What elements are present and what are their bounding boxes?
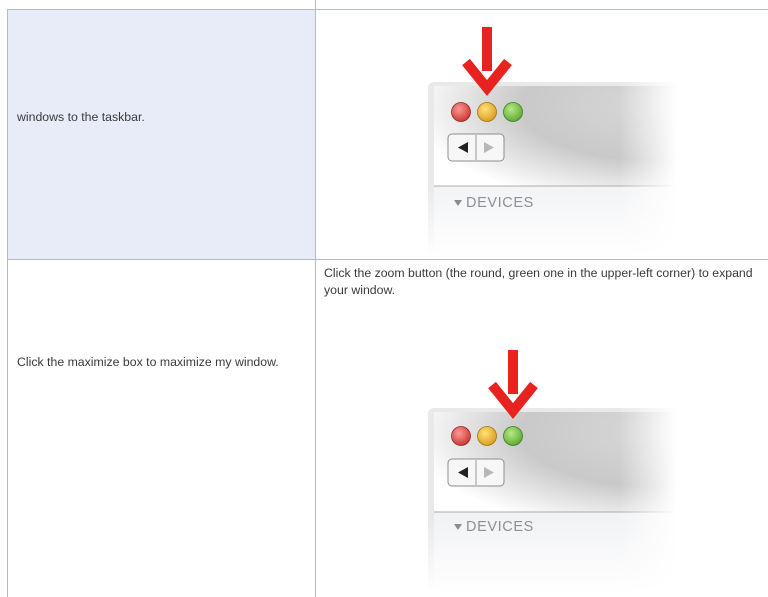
mac-window-screenshot-zoom: DEVICES xyxy=(354,348,677,593)
minimize-traffic-light-icon xyxy=(477,102,497,122)
comparison-table: windows to the taskbar. DEVICES Click th… xyxy=(0,0,768,597)
table-border-middle xyxy=(7,259,768,260)
table-border-center xyxy=(315,0,316,597)
table-border-top xyxy=(7,9,768,10)
table-cell-row2-right: Click the zoom button (the round, green … xyxy=(316,259,768,597)
table-cell-row2-left: Click the maximize box to maximize my wi… xyxy=(7,259,316,597)
close-traffic-light-icon xyxy=(451,426,471,446)
table-border-left xyxy=(7,9,8,597)
devices-label: DEVICES xyxy=(466,519,534,535)
row2-right-text: Click the zoom button (the round, green … xyxy=(324,266,753,297)
close-traffic-light-icon xyxy=(451,102,471,122)
devices-label: DEVICES xyxy=(466,195,534,211)
minimize-traffic-light-icon xyxy=(477,426,497,446)
table-cell-row1-right: DEVICES xyxy=(316,9,768,259)
mac-window-screenshot-minimize: DEVICES xyxy=(354,12,677,257)
row1-left-text: windows to the taskbar. xyxy=(17,110,145,124)
zoom-traffic-light-icon xyxy=(503,102,523,122)
zoom-traffic-light-icon xyxy=(503,426,523,446)
row2-left-text: Click the maximize box to maximize my wi… xyxy=(17,355,279,369)
table-cell-row1-left: windows to the taskbar. xyxy=(7,9,316,259)
